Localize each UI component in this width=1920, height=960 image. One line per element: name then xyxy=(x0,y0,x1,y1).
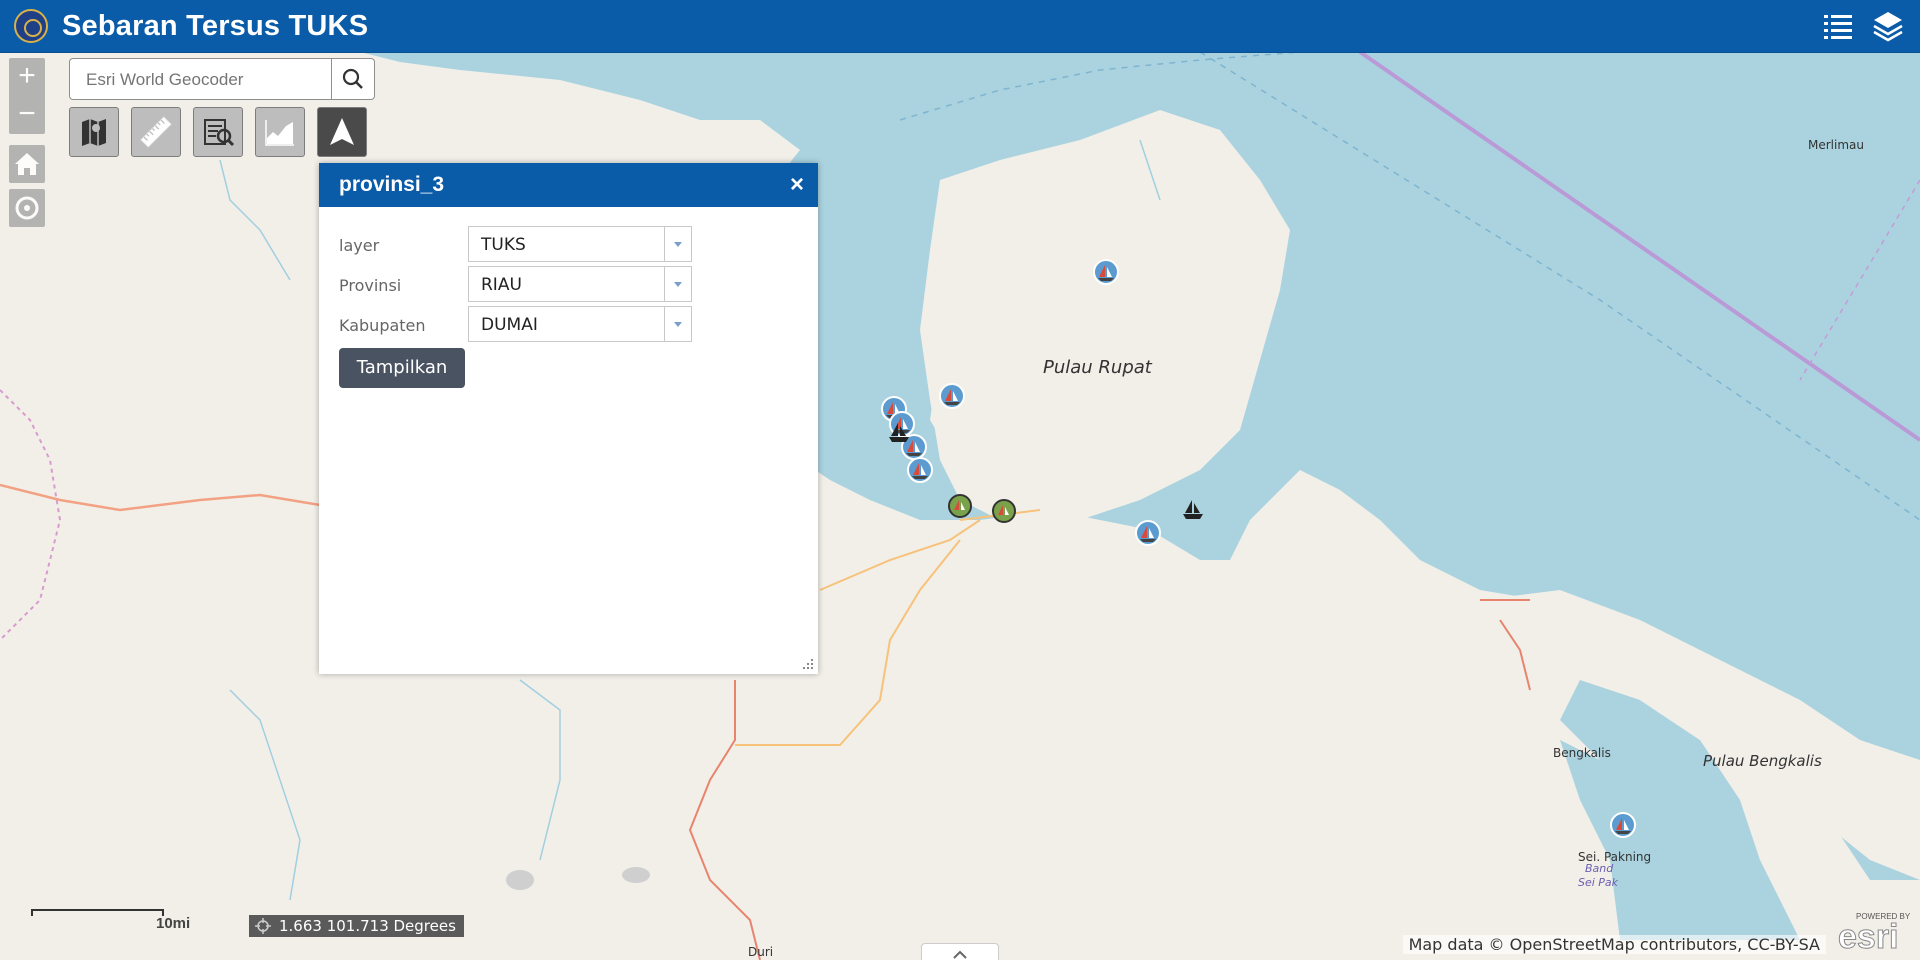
port-label: Sei Pak xyxy=(1578,876,1619,889)
town-label: Bengkalis xyxy=(1553,746,1611,760)
close-icon[interactable]: × xyxy=(790,171,804,199)
list-icon[interactable] xyxy=(1822,10,1854,42)
layer-select[interactable]: TUKS xyxy=(468,226,692,262)
scale-bar xyxy=(31,909,164,916)
select-value: TUKS xyxy=(481,235,526,255)
expand-button[interactable] xyxy=(921,943,999,960)
basemap xyxy=(0,50,1920,960)
town-label: Duri xyxy=(748,945,774,959)
town-label: Merlimau xyxy=(1808,138,1864,152)
panel-title: provinsi_3 xyxy=(339,173,445,196)
port-label: Band xyxy=(1585,862,1614,875)
scale-label: 10mi xyxy=(156,915,191,932)
locate-icon xyxy=(15,196,39,220)
coordinate-value: 1.663 101.713 Degrees xyxy=(279,917,456,935)
chart-icon xyxy=(265,120,294,146)
basemap-tool-button[interactable] xyxy=(69,107,119,157)
select-value: RIAU xyxy=(481,275,522,295)
filter-panel: provinsi_3 × layer TUKS Provinsi RIAU Ka… xyxy=(319,163,818,674)
map-canvas[interactable]: Pulau Rupat Pulau Bengkalis Bengkalis Se… xyxy=(0,50,1920,960)
zoom-out-button[interactable]: − xyxy=(9,96,45,134)
geocoder-search xyxy=(69,58,375,100)
ministry-emblem-icon xyxy=(14,9,48,43)
provinsi-select[interactable]: RIAU xyxy=(468,266,692,302)
esri-logo[interactable]: POWERED BY esri xyxy=(1838,912,1914,957)
ruler-icon xyxy=(140,116,172,148)
navigate-tool-button[interactable] xyxy=(317,107,367,157)
island-label: Pulau Bengkalis xyxy=(1703,752,1822,770)
measure-tool-button[interactable] xyxy=(131,107,181,157)
chevron-down-icon[interactable] xyxy=(664,267,691,301)
query-tool-button[interactable] xyxy=(193,107,243,157)
chevron-down-icon[interactable] xyxy=(664,307,691,341)
search-icon xyxy=(342,68,363,89)
tampilkan-button[interactable]: Tampilkan xyxy=(339,348,465,388)
kabupaten-select[interactable]: DUMAI xyxy=(468,306,692,342)
field-label: Provinsi xyxy=(339,276,402,295)
field-label: Kabupaten xyxy=(339,316,426,335)
app-title: Sebaran Tersus TUKS xyxy=(62,10,369,42)
search-button[interactable] xyxy=(331,59,374,99)
map-attribution: Map data © OpenStreetMap contributors, C… xyxy=(1402,935,1826,954)
locate-button[interactable] xyxy=(9,189,45,227)
field-label: layer xyxy=(339,236,380,255)
chevron-down-icon[interactable] xyxy=(664,227,691,261)
query-icon xyxy=(204,119,235,147)
panel-header: provinsi_3 × xyxy=(319,163,818,207)
coordinate-readout: 1.663 101.713 Degrees xyxy=(249,915,464,937)
search-input[interactable] xyxy=(74,63,344,97)
esri-wordmark: esri xyxy=(1838,918,1899,957)
app-header: Sebaran Tersus TUKS xyxy=(0,0,1920,53)
home-button[interactable] xyxy=(9,145,45,183)
zoom-control: + − xyxy=(9,58,45,134)
crosshair-icon xyxy=(255,918,271,934)
zoom-in-button[interactable]: + xyxy=(9,58,45,96)
elevation-tool-button[interactable] xyxy=(255,107,305,157)
home-icon xyxy=(15,153,39,175)
map-icon xyxy=(82,119,106,146)
resize-handle-icon[interactable] xyxy=(802,658,814,670)
chevron-up-icon xyxy=(953,950,967,959)
island-label: Pulau Rupat xyxy=(1043,357,1152,378)
navigation-arrow-icon xyxy=(330,118,354,145)
layers-icon[interactable] xyxy=(1872,10,1904,42)
select-value: DUMAI xyxy=(481,315,538,335)
